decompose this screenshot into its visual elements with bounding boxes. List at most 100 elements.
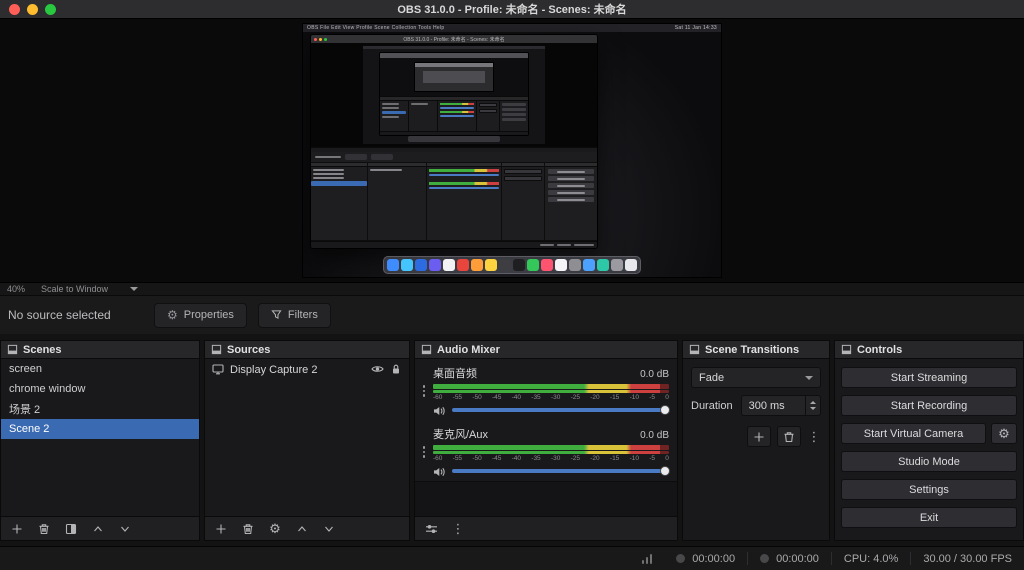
source-properties-gear-icon[interactable]: ⚙ (268, 522, 282, 536)
spin-down-icon[interactable] (810, 407, 816, 413)
source-visibility-eye-icon[interactable] (371, 363, 384, 378)
captured-menubar: OBS File Edit View Profile Scene Collect… (303, 24, 721, 32)
dock-app-icon (471, 259, 483, 271)
scene-item-selected[interactable]: Scene 2 (1, 419, 199, 439)
zoom-window-button[interactable] (45, 4, 56, 15)
volume-slider[interactable] (452, 466, 670, 476)
mixer-item-menu-icon[interactable] (420, 426, 428, 478)
mixer-menu-kebab-icon[interactable]: ⋮ (451, 522, 465, 536)
mixer-channel-desktop-audio: 桌面音频 0.0 dB -60 -55 -50 -45 -40 -35 -30 -25 -20-… (415, 359, 677, 420)
gear-icon: ⚙ (998, 426, 1010, 441)
move-scene-down-button[interactable] (118, 522, 132, 536)
remove-source-button[interactable] (241, 522, 255, 536)
start-streaming-button[interactable]: Start Streaming (841, 367, 1017, 388)
panel-title: Controls (857, 343, 903, 356)
status-bar: 00:00:00 00:00:00 CPU: 4.0% 30.00 / 30.0… (0, 546, 1024, 570)
mixer-item-menu-icon[interactable] (420, 365, 428, 417)
properties-button[interactable]: ⚙ Properties (154, 302, 247, 328)
streaming-timer: 00:00:00 (776, 552, 819, 565)
transition-select[interactable]: Fade (691, 367, 821, 388)
transitions-panel-header[interactable]: Scene Transitions (683, 341, 829, 359)
panel-title: Sources (227, 343, 271, 356)
dock-icon (841, 344, 852, 355)
chevron-down-icon (130, 287, 139, 295)
fps-counter: 30.00 / 30.00 FPS (923, 552, 1012, 565)
dock-app-icon (583, 259, 595, 271)
captured-desktop-image: OBS File Edit View Profile Scene Collect… (302, 23, 722, 278)
controls-panel-header[interactable]: Controls (835, 341, 1023, 359)
captured-traffic-lights (314, 37, 327, 41)
captured-obs-window: OBS 31.0.0 - Profile: 未命名 - Scenes: 未命名 (310, 34, 598, 249)
close-window-button[interactable] (9, 4, 20, 15)
duration-spinner[interactable]: 300 ms (740, 395, 821, 416)
controls-panel: Controls Start Streaming Start Recording… (834, 340, 1024, 541)
add-scene-button[interactable] (10, 522, 24, 536)
sources-list: Display Capture 2 (205, 359, 409, 516)
volume-meter-left (433, 384, 669, 389)
sources-toolbar: ⚙ (205, 516, 409, 540)
dock-panels: Scenes screen chrome window 场景 2 Scene 2 (0, 334, 1024, 546)
add-transition-button[interactable] (747, 426, 771, 447)
exit-button[interactable]: Exit (841, 507, 1017, 528)
scenes-panel-header[interactable]: Scenes (1, 341, 199, 359)
meter-scale: -60 -55 -50 -45 -40 -35 -30 -25 -20 -15 -10 -5 0 (433, 455, 669, 462)
selected-source-status: No source selected (8, 308, 111, 322)
sources-panel-header[interactable]: Sources (205, 341, 409, 359)
display-capture-icon (212, 363, 224, 378)
mute-speaker-icon[interactable] (433, 404, 446, 416)
scene-item[interactable]: screen (1, 359, 199, 379)
move-source-down-button[interactable] (322, 522, 336, 536)
spinner-arrows[interactable] (805, 396, 820, 415)
obs-main-window: OBS 31.0.0 - Profile: 未命名 - Scenes: 未命名 … (0, 0, 1024, 570)
meter-scale: -60 -55 -50 -45 -40 -35 -30 -25 -20 -15 -10 -5 0 (433, 394, 669, 401)
studio-mode-button[interactable]: Studio Mode (841, 451, 1017, 472)
scene-item[interactable]: 场景 2 (1, 399, 199, 419)
filters-button[interactable]: Filters (257, 302, 331, 328)
volume-meter-right (433, 451, 669, 454)
scene-item[interactable]: chrome window (1, 379, 199, 399)
advanced-audio-icon[interactable] (424, 522, 438, 536)
settings-button[interactable]: Settings (841, 479, 1017, 500)
controls-body: Start Streaming Start Recording Start Vi… (835, 359, 1023, 536)
remove-scene-button[interactable] (37, 522, 51, 536)
signal-bars-icon (641, 553, 653, 564)
start-virtual-camera-button[interactable]: Start Virtual Camera (841, 423, 986, 444)
move-scene-up-button[interactable] (91, 522, 105, 536)
captured-dock (383, 256, 641, 274)
scene-transitions-panel: Scene Transitions Fade Duration 300 ms ⋮ (682, 340, 830, 541)
volume-slider-handle[interactable] (660, 405, 670, 415)
scale-mode-dropdown[interactable]: Scale to Window (41, 283, 139, 295)
dock-app-icon (443, 259, 455, 271)
source-lock-icon[interactable] (390, 363, 402, 378)
volume-slider-handle[interactable] (660, 466, 670, 476)
volume-slider[interactable] (452, 405, 670, 415)
scenes-list: screen chrome window 场景 2 Scene 2 (1, 359, 199, 516)
start-recording-button[interactable]: Start Recording (841, 395, 1017, 416)
dock-app-icon (555, 259, 567, 271)
filter-icon (271, 309, 282, 322)
transition-properties-kebab-icon[interactable]: ⋮ (807, 430, 821, 444)
dock-app-icon (485, 259, 497, 271)
titlebar: OBS 31.0.0 - Profile: 未命名 - Scenes: 未命名 (0, 0, 1024, 19)
remove-transition-button[interactable] (777, 426, 801, 447)
dock-icon (421, 344, 432, 355)
captured-obs-docks (311, 162, 597, 241)
dock-icon (211, 344, 222, 355)
mute-speaker-icon[interactable] (433, 465, 446, 477)
mixer-body: 桌面音频 0.0 dB -60 -55 -50 -45 -40 -35 -30 -25 -20-… (415, 359, 677, 516)
dock-icon (689, 344, 700, 355)
preview-canvas[interactable]: OBS File Edit View Profile Scene Collect… (0, 19, 1024, 282)
virtual-camera-config-button[interactable]: ⚙ (991, 423, 1017, 444)
scenes-toolbar (1, 516, 199, 540)
minimize-window-button[interactable] (27, 4, 38, 15)
scene-filters-button[interactable] (64, 522, 78, 536)
source-item[interactable]: Display Capture 2 (205, 359, 409, 381)
mixer-channel-name: 麦克风/Aux (433, 429, 489, 441)
mixer-channel-mic-aux: 麦克风/Aux 0.0 dB -60 -55 -50 -45 -40 -35 -30 -25-… (415, 420, 677, 481)
spin-up-icon[interactable] (810, 398, 816, 404)
mixer-panel-header[interactable]: Audio Mixer (415, 341, 677, 359)
add-source-button[interactable] (214, 522, 228, 536)
chevron-down-icon (805, 375, 813, 384)
zoom-level-label: 40% (7, 284, 26, 294)
move-source-up-button[interactable] (295, 522, 309, 536)
